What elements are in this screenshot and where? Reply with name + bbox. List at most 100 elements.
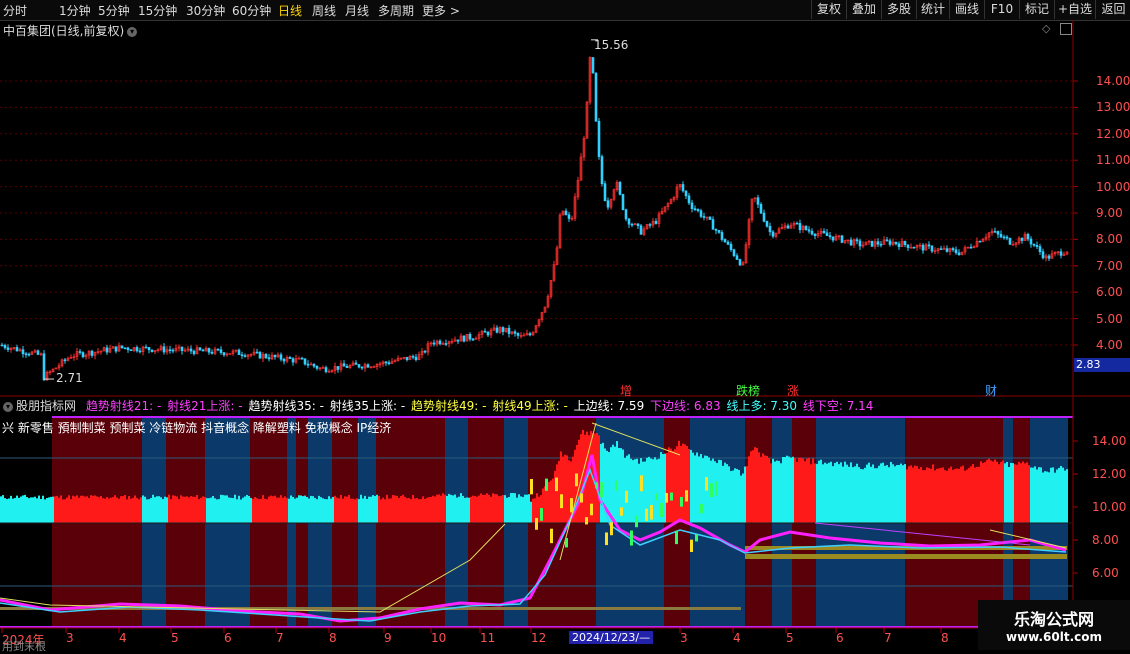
event-marker-finance[interactable]: 财	[983, 382, 999, 399]
histogram-bar	[736, 468, 738, 523]
histogram-bar	[494, 494, 496, 523]
candle-body	[828, 235, 832, 238]
candle-body	[873, 241, 877, 247]
histogram-bar	[32, 497, 34, 523]
histogram-bar	[904, 464, 906, 523]
stock-title: 中百集团(日线,前复权)	[3, 24, 125, 38]
signal-mark	[690, 539, 693, 552]
histogram-bar	[172, 495, 174, 523]
histogram-bar	[34, 496, 36, 523]
histogram-bar	[136, 497, 138, 523]
candle-body	[234, 349, 238, 352]
histogram-bar	[98, 497, 100, 523]
histogram-bar	[1044, 471, 1046, 523]
candle-body	[87, 350, 91, 356]
chevron-down-icon[interactable]: ▾	[3, 401, 13, 412]
tab-fenshi[interactable]: 分时	[3, 2, 27, 19]
histogram-bar	[460, 493, 462, 523]
candle-body	[189, 348, 193, 352]
candle-body	[69, 356, 73, 359]
histogram-bar	[236, 499, 238, 523]
histogram-bar	[1008, 467, 1010, 523]
tab-30min[interactable]: 30分钟	[186, 2, 225, 19]
histogram-bar	[48, 497, 50, 523]
tab-monthly[interactable]: 月线	[345, 2, 369, 19]
tab-15min[interactable]: 15分钟	[138, 2, 177, 19]
chevron-down-icon[interactable]: ▾	[127, 26, 138, 37]
histogram-bar	[774, 461, 776, 523]
candle-body	[261, 354, 265, 359]
tab-5min[interactable]: 5分钟	[98, 2, 130, 19]
histogram-bar	[812, 458, 814, 523]
candle-body	[858, 240, 862, 247]
fuquan-button[interactable]: 复权	[811, 0, 846, 19]
signal-mark	[660, 503, 663, 518]
tab-multi-period[interactable]: 多周期	[378, 2, 414, 19]
histogram-bar	[702, 458, 704, 523]
histogram-bar	[682, 443, 684, 523]
candle-body	[6, 347, 10, 350]
candle-body	[435, 340, 439, 345]
tab-1min[interactable]: 1分钟	[59, 2, 91, 19]
histogram-bar	[174, 495, 176, 523]
histogram-bar	[912, 467, 914, 523]
histogram-bar	[744, 466, 746, 523]
histogram-bar	[380, 499, 382, 523]
candle-body	[219, 349, 223, 353]
histogram-bar	[1062, 467, 1064, 523]
window-toggle-icon[interactable]	[1060, 23, 1072, 35]
diamond-icon[interactable]: ◇	[1042, 22, 1050, 35]
date-tick-label: 7	[884, 631, 892, 645]
histogram-bar	[692, 452, 694, 523]
main-chart-title: 中百集团(日线,前复权) ▾	[3, 22, 138, 39]
back-button[interactable]: 返回	[1095, 0, 1130, 19]
histogram-bar	[918, 468, 920, 523]
candle-body	[1056, 251, 1060, 254]
histogram-bar	[276, 497, 278, 523]
histogram-bar	[848, 466, 850, 523]
add-watchlist-button[interactable]: +自选	[1054, 0, 1095, 19]
histogram-bar	[644, 461, 646, 523]
candle-body	[861, 244, 865, 247]
histogram-bar	[808, 457, 810, 523]
candle-body	[870, 240, 874, 247]
tab-weekly[interactable]: 周线	[312, 2, 336, 19]
tab-60min[interactable]: 60分钟	[232, 2, 271, 19]
candle-body	[291, 358, 295, 363]
candle-body	[48, 371, 52, 374]
multi-stock-button[interactable]: 多股	[881, 0, 916, 19]
histogram-bar	[1048, 472, 1050, 523]
histogram-bar	[536, 493, 538, 523]
histogram-bar	[466, 497, 468, 523]
candle-body	[678, 184, 682, 188]
stats-button[interactable]: 统计	[916, 0, 949, 19]
candle-body	[102, 347, 106, 352]
overlay-button[interactable]: 叠加	[846, 0, 881, 19]
candle-body	[921, 244, 925, 251]
histogram-bar	[422, 496, 424, 523]
histogram-bar	[958, 468, 960, 523]
histogram-bar	[272, 496, 274, 523]
mark-button[interactable]: 标记	[1019, 0, 1054, 19]
candle-body	[441, 343, 445, 345]
candle-body	[636, 223, 640, 227]
histogram-bar	[1022, 461, 1024, 523]
f10-button[interactable]: F10	[984, 0, 1019, 19]
candle-body	[1059, 251, 1063, 256]
histogram-bar	[594, 433, 596, 523]
candle-body	[321, 367, 325, 369]
tab-daily[interactable]: 日线	[278, 2, 302, 19]
draw-line-button[interactable]: 画线	[949, 0, 984, 19]
histogram-bar	[688, 449, 690, 523]
histogram-bar	[1054, 472, 1056, 523]
indicator-name[interactable]: 股朋指标网	[16, 399, 76, 413]
more-menu[interactable]: 更多 >	[422, 2, 460, 19]
histogram-bar	[1040, 467, 1042, 523]
signal-mark	[540, 508, 543, 521]
candle-body	[126, 347, 130, 351]
candle-body	[576, 180, 580, 198]
histogram-bar	[1032, 467, 1034, 523]
indicator-value: 趋势射线49: -	[411, 399, 487, 413]
indicator-value: 趋势射线35: -	[248, 399, 324, 413]
histogram-bar	[182, 496, 184, 523]
